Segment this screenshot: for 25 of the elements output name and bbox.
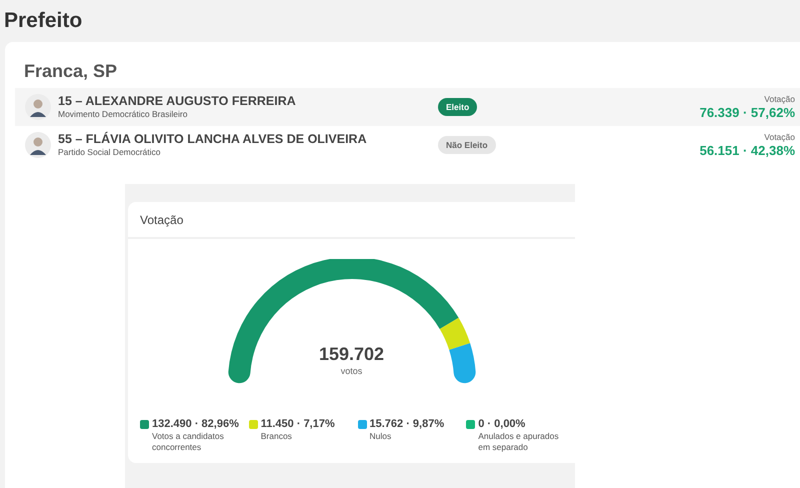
candidate-name: 55 – FLÁVIA OLIVITO LANCHA ALVES DE OLIVEIRA bbox=[58, 132, 368, 147]
status-badge: Eleito bbox=[438, 98, 478, 116]
total-votes-label: votos bbox=[340, 365, 362, 378]
city-title: Franca, SP bbox=[23, 60, 118, 83]
avatar-icon bbox=[25, 94, 51, 120]
legend-label: Brancos bbox=[260, 431, 293, 442]
legend-label: Anulados e apurados em separado bbox=[478, 431, 560, 453]
avatar-icon bbox=[25, 132, 51, 158]
legend-label: Votos a candidatos concorrentes bbox=[152, 431, 225, 453]
votes-value: 56.151 · 42,38% bbox=[700, 142, 795, 158]
party-name: Partido Social Democrático bbox=[58, 147, 162, 158]
legend-value: 0 · 0,00% bbox=[478, 417, 526, 431]
legend-label: Nulos bbox=[370, 431, 392, 442]
page-title: Prefeito bbox=[3, 8, 84, 34]
votes-label: Votação bbox=[764, 94, 795, 104]
status-badge: Não Eleito bbox=[438, 136, 496, 154]
panel-title: Votação bbox=[140, 212, 184, 228]
legend-value: 15.762 · 9,87% bbox=[370, 417, 446, 431]
legend-value: 132.490 · 82,96% bbox=[152, 417, 240, 431]
candidate-name: 15 – ALEXANDRE AUGUSTO FERREIRA bbox=[58, 94, 297, 109]
party-name: Movimento Democrático Brasileiro bbox=[58, 109, 188, 120]
votes-label: Votação bbox=[764, 132, 795, 142]
legend-value: 11.450 · 7,17% bbox=[260, 417, 336, 431]
votes-value: 76.339 · 57,62% bbox=[700, 104, 795, 120]
total-votes: 159.702 bbox=[318, 343, 384, 365]
